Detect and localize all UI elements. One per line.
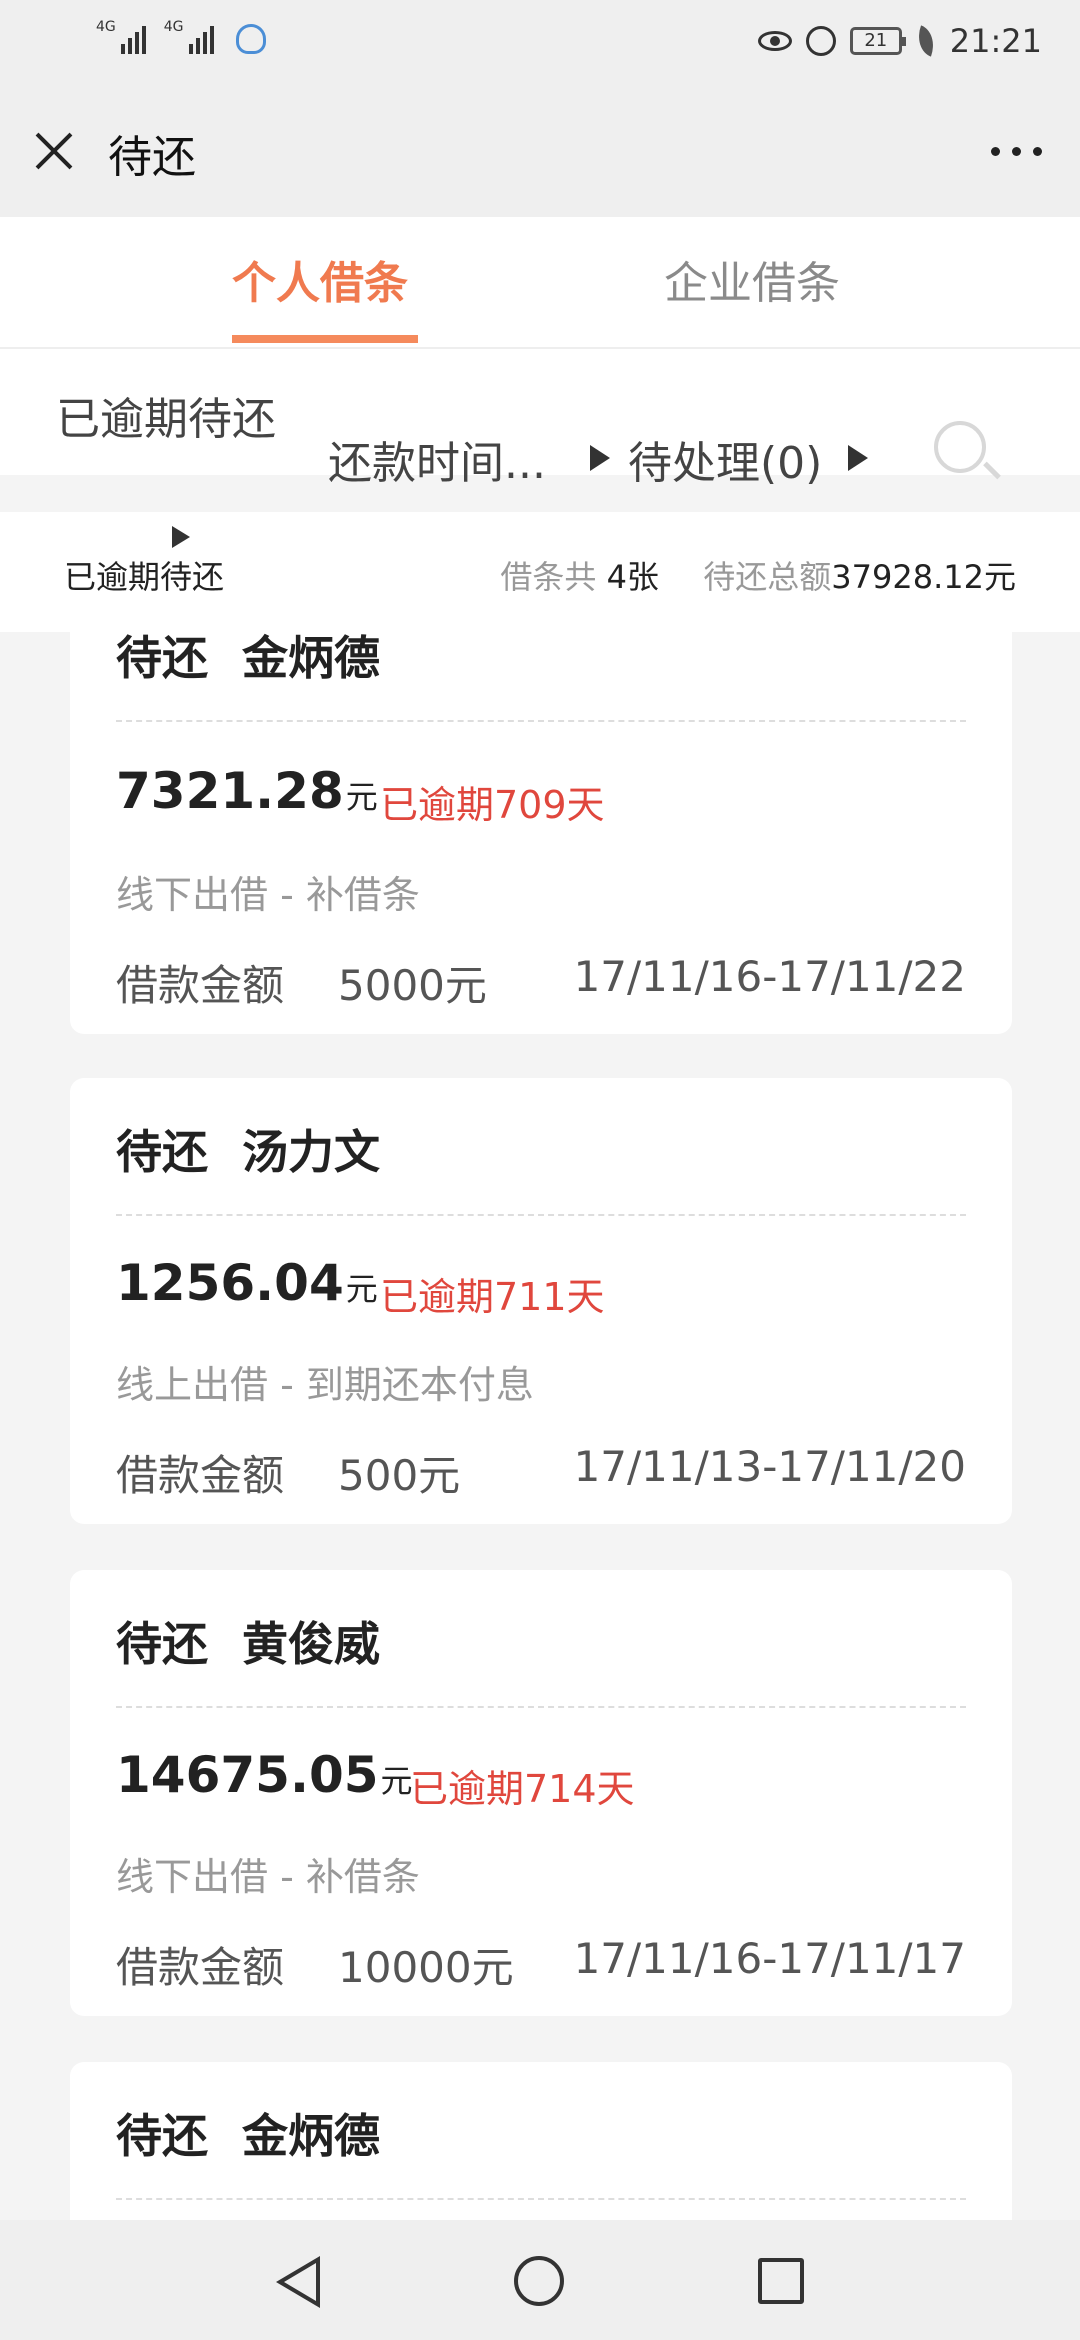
eye-comfort-icon [757, 31, 792, 51]
card-status: 待还 [116, 2109, 208, 2163]
iou-card[interactable]: 待还 汤力文 1256.04元 已逾期711天 线上出借 - 到期还本付息 借款金… [70, 1078, 1012, 1524]
card-status: 待还 [116, 632, 208, 685]
filter-bar: 已逾期待还 还款时间... 待处理(0) [0, 349, 1080, 489]
tab-business-iou[interactable]: 企业借条 [664, 247, 840, 311]
loan-type: 线上出借 - 到期还本付息 [116, 1363, 534, 1407]
tab-bar: 个人借条 企业借条 [0, 217, 1080, 349]
loan-amount-label: 借款金额 [116, 961, 285, 1010]
loan-type: 线下出借 - 补借条 [116, 1855, 420, 1899]
caret-right-icon [172, 526, 190, 548]
repay-amount: 14675.05元 [116, 1746, 413, 1804]
overdue-filter[interactable]: 已逾期待还 [56, 383, 276, 447]
borrower-name: 金炳德 [242, 632, 380, 685]
network-type-label: 4G [96, 19, 116, 35]
loan-type: 线下出借 - 补借条 [116, 873, 420, 917]
system-nav-bar [0, 2220, 1080, 2340]
loan-period: 17/11/16-17/11/22 [573, 952, 966, 1001]
card-status: 待还 [116, 1125, 208, 1179]
repay-amount: 1256.04元 [116, 1254, 378, 1312]
divider [116, 1214, 966, 1216]
title-bar: 待还 [0, 85, 1080, 217]
search-icon-handle [983, 461, 1001, 480]
total-amount: 37928.12元 [831, 558, 1016, 596]
battery-icon: 21 [849, 27, 906, 55]
borrower-name: 黄俊威 [242, 1617, 380, 1671]
iou-card[interactable]: 待还 金炳德 7321.28元 已逾期709天 线下出借 - 补借条 借款金额 5… [70, 632, 1012, 1034]
close-icon[interactable] [30, 127, 78, 175]
search-icon[interactable] [934, 421, 986, 473]
repayment-time-filter[interactable]: 还款时间... [328, 427, 546, 491]
recent-apps-icon[interactable] [758, 2258, 804, 2304]
overdue-badge: 已逾期711天 [380, 1275, 605, 1319]
summary-bar: 已逾期待还 借条共 4张 待还总额37928.12元 [0, 512, 1080, 632]
borrower-name: 金炳德 [242, 2109, 380, 2163]
signal-icon: 4G [164, 20, 214, 54]
pending-filter[interactable]: 待处理(0) [628, 427, 822, 491]
loan-amount-label: 借款金额 [116, 1451, 285, 1500]
loan-amount: 10000元 [338, 1943, 514, 1992]
iou-card[interactable]: 待还 黄俊威 14675.05元 已逾期714天 线下出借 - 补借条 借款金额 … [70, 1570, 1012, 2016]
caret-right-icon [848, 445, 868, 471]
more-options-icon[interactable] [991, 147, 1042, 156]
page-title: 待还 [108, 132, 196, 183]
active-filter-label: 已逾期待还 [64, 558, 225, 596]
overdue-badge: 已逾期714天 [410, 1767, 635, 1811]
loan-period: 17/11/16-17/11/17 [573, 1934, 966, 1983]
summary-totals: 借条共 4张 待还总额37928.12元 [500, 558, 1016, 596]
iou-count: 4张 [606, 558, 659, 596]
card-status: 待还 [116, 1617, 208, 1671]
repay-amount: 7321.28元 [116, 762, 378, 820]
divider [116, 2198, 966, 2200]
back-icon[interactable] [276, 2256, 320, 2308]
clock: 21:21 [949, 22, 1042, 60]
status-bar: 4G 4G 21 21:21 [0, 0, 1080, 85]
notification-icon [235, 24, 266, 54]
divider [116, 720, 966, 722]
loan-amount-label: 借款金额 [116, 1943, 285, 1992]
overdue-badge: 已逾期709天 [380, 783, 605, 827]
loan-period: 17/11/13-17/11/20 [573, 1442, 966, 1491]
caret-right-icon [590, 445, 610, 471]
loan-amount: 5000元 [338, 961, 487, 1010]
home-icon[interactable] [514, 2256, 564, 2306]
loan-amount: 500元 [338, 1451, 461, 1500]
network-type-label: 4G [163, 19, 184, 35]
alarm-icon [805, 26, 836, 56]
active-tab-indicator [232, 335, 418, 343]
borrower-name: 汤力文 [242, 1125, 380, 1179]
power-saving-icon [911, 25, 940, 57]
divider [116, 1706, 966, 1708]
tab-personal-iou[interactable]: 个人借条 [232, 247, 408, 311]
signal-icon: 4G [96, 20, 146, 54]
